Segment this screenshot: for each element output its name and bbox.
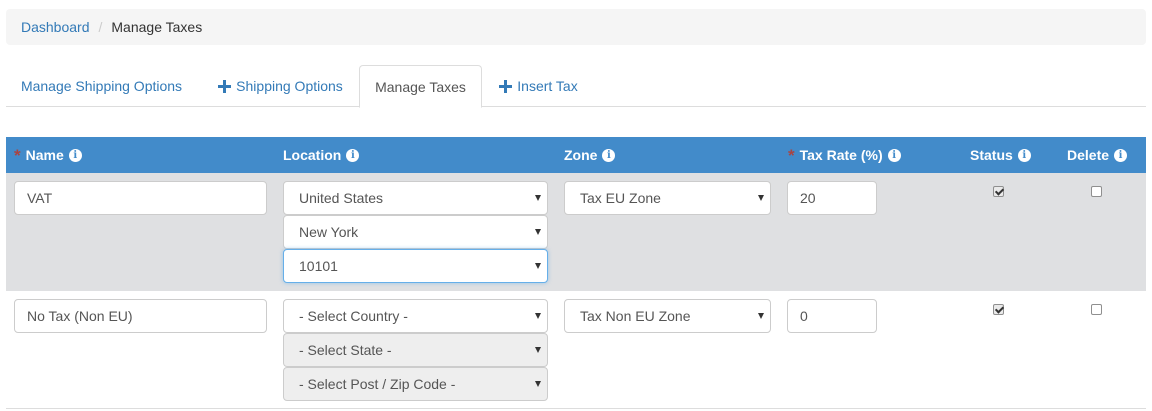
tab-label: Shipping Options [236,78,343,94]
name-input-value: VAT [27,190,53,206]
required-marker: * [14,145,21,165]
tax-rate-input-value: 20 [800,190,816,206]
zip-select[interactable]: - Select Post / Zip Code - [283,367,548,401]
tab-bar: Manage Shipping Options Shipping Options… [6,65,1146,108]
delete-checkbox[interactable] [1091,186,1102,197]
table-header: * Name i Location i Zone i * Tax Rate (%… [6,137,1146,173]
name-input-value: No Tax (Non EU) [27,308,133,324]
table-row: VAT United States New York 10101 Tax EU … [6,173,1146,291]
zip-select[interactable]: 10101 [283,249,548,283]
plus-icon [218,79,232,93]
name-input[interactable]: VAT [14,181,267,215]
header-name: * Name i [14,137,82,173]
header-zone-label: Zone [564,147,598,163]
header-location: Location i [283,137,360,173]
info-icon[interactable]: i [346,148,360,162]
caret-down-icon [535,347,541,353]
header-name-label: Name [25,147,64,163]
status-checkbox[interactable] [993,304,1004,315]
tab-label: Manage Taxes [375,78,466,95]
caret-down-icon [535,263,541,269]
zone-select[interactable]: Tax EU Zone [564,181,771,215]
caret-down-icon [758,313,764,319]
tab-shipping-options[interactable]: Shipping Options [203,65,358,107]
zone-select-value: Tax Non EU Zone [580,308,691,324]
state-select[interactable]: - Select State - [283,333,548,367]
zone-select[interactable]: Tax Non EU Zone [564,299,771,333]
state-select[interactable]: New York [283,215,548,249]
tab-label: Insert Tax [517,78,578,94]
tab-label: Manage Shipping Options [20,78,183,94]
status-checkbox[interactable] [993,186,1004,197]
header-zone: Zone i [564,137,616,173]
header-delete: Delete i [1067,137,1128,173]
tab-manage-taxes[interactable]: Manage Taxes [359,65,482,108]
country-select-value: United States [299,190,384,206]
header-tax-rate-label: Tax Rate (%) [799,147,883,163]
caret-down-icon [535,229,541,235]
zone-select-value: Tax EU Zone [580,190,661,206]
zip-select-value: 10101 [299,258,338,274]
header-status-label: Status [970,147,1013,163]
country-select-value: - Select Country - [299,308,408,324]
tab-insert-tax[interactable]: Insert Tax [487,65,590,107]
tax-rate-input[interactable]: 0 [787,299,877,333]
state-select-value: New York [299,224,359,240]
breadcrumb: Dashboard / Manage Taxes [6,9,1146,45]
zip-select-value: - Select Post / Zip Code - [299,376,456,392]
header-location-label: Location [283,147,342,163]
tab-manage-shipping-options[interactable]: Manage Shipping Options [6,65,197,107]
delete-checkbox[interactable] [1091,304,1102,315]
header-delete-label: Delete [1067,147,1110,163]
caret-down-icon [535,381,541,387]
header-status: Status i [970,137,1031,173]
name-input[interactable]: No Tax (Non EU) [14,299,267,333]
tax-rate-input-value: 0 [800,308,808,324]
table-row: No Tax (Non EU) - Select Country - - Sel… [6,291,1146,409]
breadcrumb-dashboard-link[interactable]: Dashboard [21,19,90,35]
breadcrumb-separator: / [98,19,103,35]
info-icon[interactable]: i [602,148,616,162]
info-icon[interactable]: i [1017,148,1031,162]
country-select[interactable]: United States [283,181,548,215]
breadcrumb-current: Manage Taxes [111,19,203,35]
state-select-value: - Select State - [299,342,392,358]
caret-down-icon [535,195,541,201]
info-icon[interactable]: i [887,148,901,162]
plus-icon [499,79,513,93]
header-tax-rate: * Tax Rate (%) i [788,137,901,173]
required-marker: * [788,145,795,165]
country-select[interactable]: - Select Country - [283,299,548,333]
info-icon[interactable]: i [1114,148,1128,162]
caret-down-icon [758,195,764,201]
caret-down-icon [535,313,541,319]
tax-rate-input[interactable]: 20 [787,181,877,215]
info-icon[interactable]: i [68,148,82,162]
